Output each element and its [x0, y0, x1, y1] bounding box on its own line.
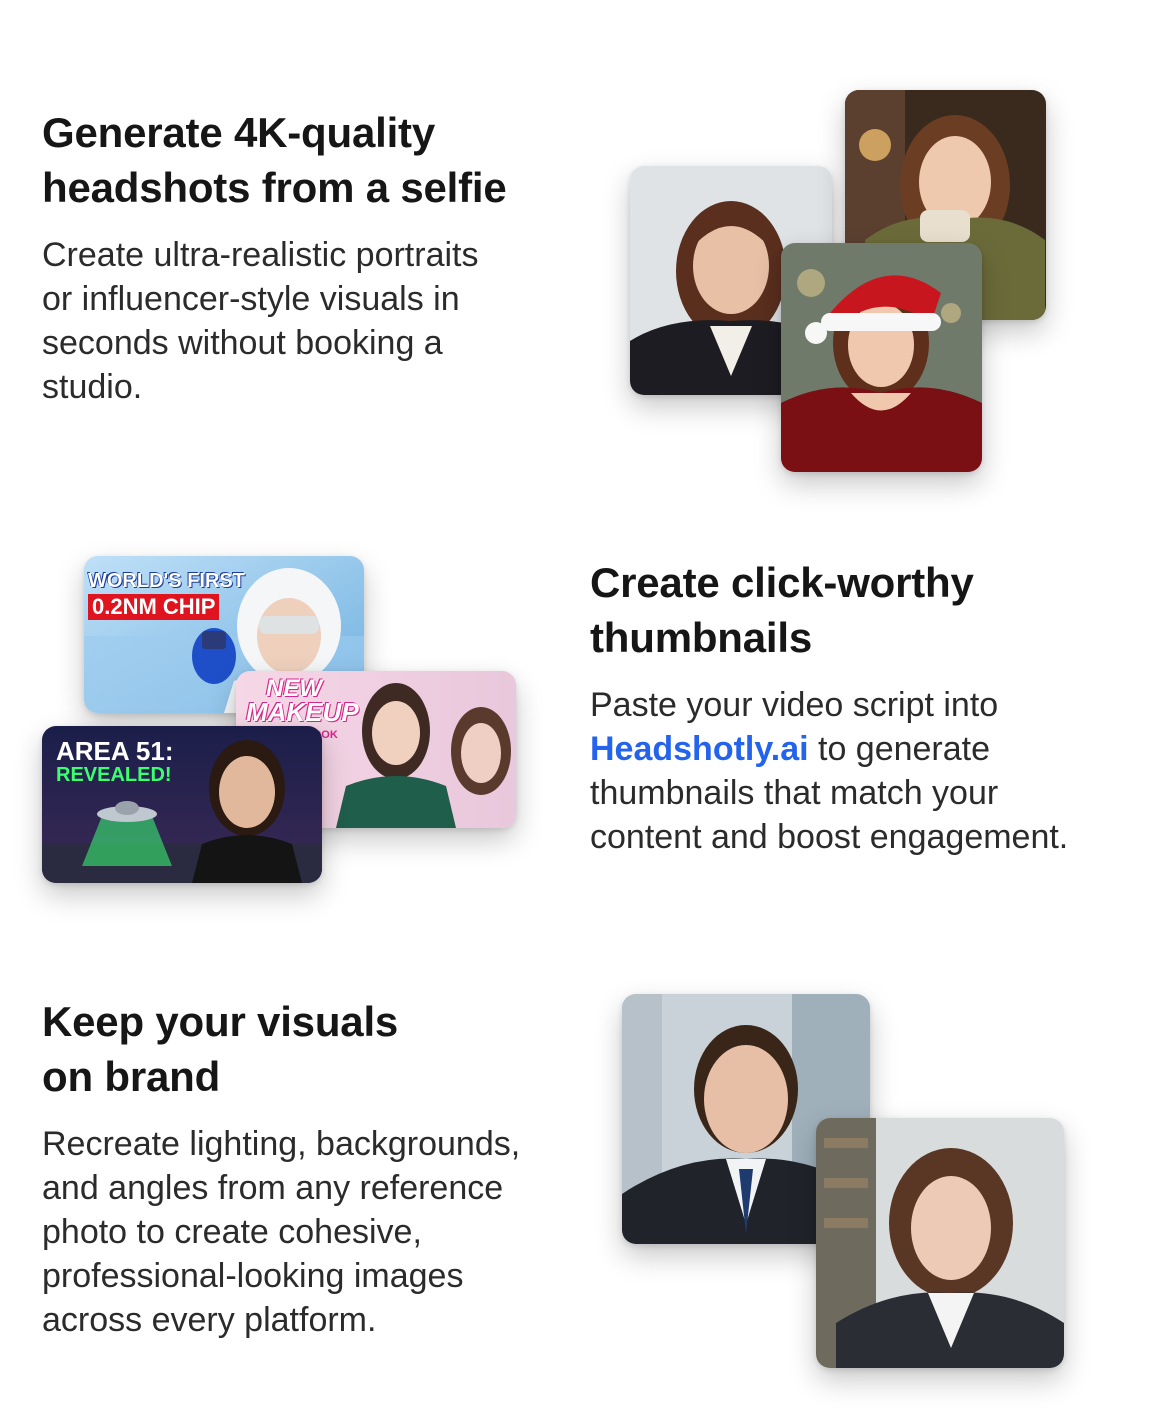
area51-title-line2: REVEALED!	[56, 764, 172, 786]
feature-thumbnails-heading: Create click-worthy thumbnails	[590, 555, 1150, 665]
description-line: or influencer-style visuals in	[42, 280, 460, 318]
feature-headshots: Generate 4K-quality headshots from a sel…	[42, 105, 582, 409]
feature-headshots-heading: Generate 4K-quality headshots from a sel…	[42, 105, 582, 215]
area51-title-line1: AREA 51:	[56, 736, 174, 766]
description-line: studio.	[42, 368, 143, 406]
thumbnail-area51: AREA 51: REVEALED!	[42, 726, 322, 883]
heading-line: thumbnails	[590, 614, 813, 661]
chip-title-line2: 0.2NM CHIP	[88, 594, 220, 620]
description-line: seconds without booking a	[42, 324, 443, 362]
headshot-holiday-photo	[781, 243, 982, 472]
heading-line: Generate 4K-quality	[42, 109, 435, 156]
chip-title-line1: WORLD'S FIRST	[88, 570, 245, 592]
description-line: photo to create cohesive,	[42, 1213, 422, 1251]
feature-brand: Keep your visuals on brand Recreate ligh…	[42, 994, 602, 1342]
brand-woman-photo	[816, 1118, 1064, 1368]
description-line: across every platform.	[42, 1301, 377, 1339]
description-line: Paste your video script into	[590, 686, 999, 724]
description-line: Create ultra-realistic portraits	[42, 236, 479, 274]
feature-brand-description: Recreate lighting, backgrounds, and angl…	[42, 1122, 602, 1342]
heading-line: on brand	[42, 1053, 221, 1100]
feature-headshots-description: Create ultra-realistic portraits or infl…	[42, 233, 582, 409]
feature-thumbnails-description: Paste your video script into Headshotly.…	[590, 683, 1150, 859]
description-line: professional-looking images	[42, 1257, 464, 1295]
headshotly-link[interactable]: Headshotly.ai	[590, 730, 809, 768]
heading-line: Create click-worthy	[590, 559, 974, 606]
heading-line: Keep your visuals	[42, 998, 399, 1045]
makeup-title-line2: MAKEUP	[246, 697, 359, 727]
description-line: content and boost engagement.	[590, 818, 1069, 856]
heading-line: headshots from a selfie	[42, 164, 507, 211]
feature-brand-heading: Keep your visuals on brand	[42, 994, 602, 1104]
description-line: thumbnails that match your	[590, 774, 999, 812]
description-line: and angles from any reference	[42, 1169, 504, 1207]
description-line: Recreate lighting, backgrounds,	[42, 1125, 521, 1163]
description-fragment: to generate	[808, 730, 991, 768]
feature-thumbnails: Create click-worthy thumbnails Paste you…	[590, 555, 1150, 859]
